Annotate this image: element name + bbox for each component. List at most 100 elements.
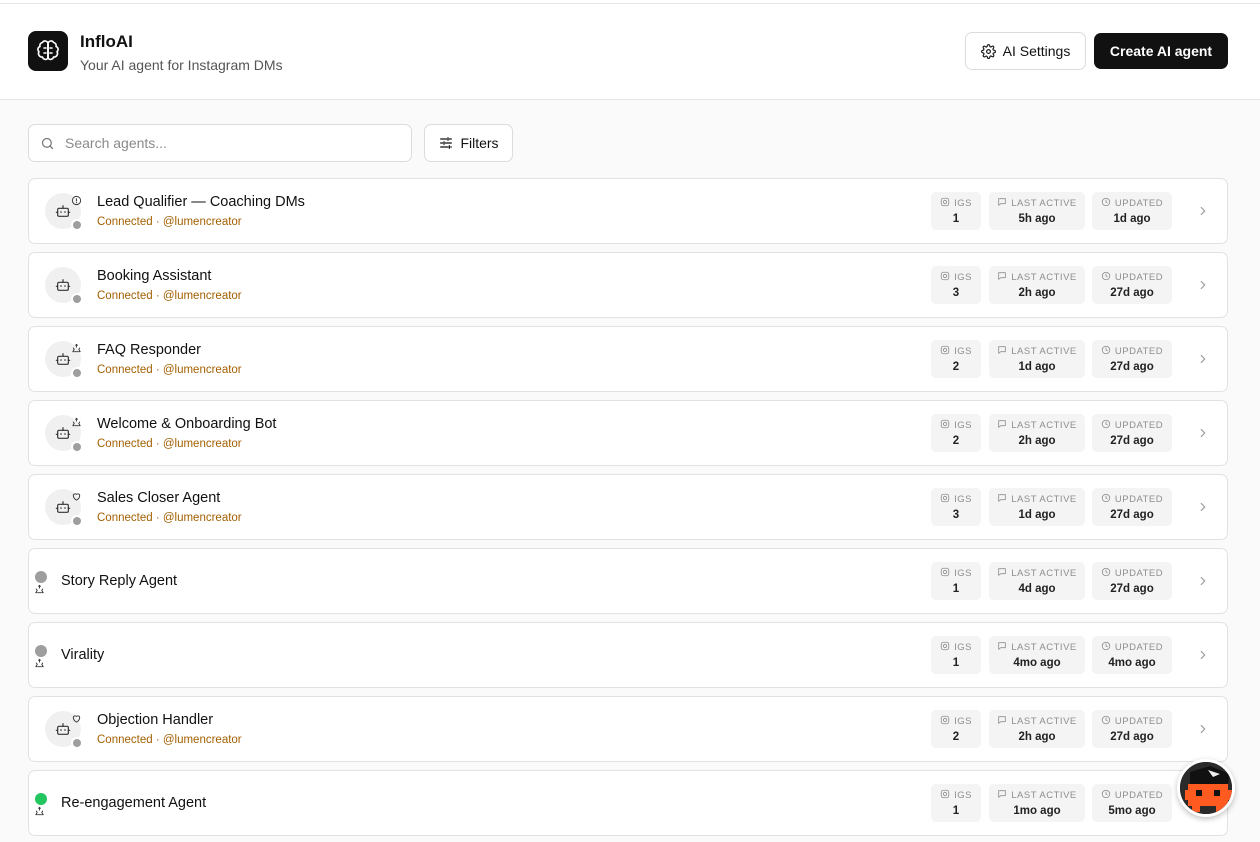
agent-row[interactable]: Re-engagement Agent IGS 1 LAST ACTIVE 1mo ag… [28, 770, 1228, 836]
agent-name: Booking Assistant [97, 268, 212, 284]
last-active-label: LAST ACTIVE [1011, 494, 1077, 505]
last-active-label: LAST ACTIVE [1011, 790, 1077, 801]
ai-settings-button[interactable]: AI Settings [965, 32, 1086, 70]
chevron-right-icon[interactable] [1196, 500, 1210, 519]
last-active-stat: LAST ACTIVE 2h ago [989, 710, 1085, 748]
agent-row[interactable]: Virality IGS 1 LAST ACTIVE 4mo ago UPDATED 4mo… [28, 622, 1228, 688]
updated-label: UPDATED [1114, 420, 1164, 431]
agent-row[interactable]: Sales Closer Agent Connected · @lumencrea… [28, 474, 1228, 540]
last-active-stat: LAST ACTIVE 2h ago [989, 266, 1085, 304]
agent-name: Objection Handler [97, 712, 214, 728]
ai-settings-label: AI Settings [1002, 43, 1071, 59]
updated-stat: UPDATED 5mo ago [1092, 784, 1172, 822]
agent-row[interactable]: FAQ Responder Connected · @lumencreator IG… [28, 326, 1228, 392]
updated-stat: UPDATED 4mo ago [1092, 636, 1172, 674]
igs-value: 1 [952, 657, 960, 669]
recycle-icon [34, 804, 45, 822]
connection-status: Connected · @lumencreator [97, 216, 242, 228]
chevron-right-icon[interactable] [1196, 426, 1210, 445]
chat-assistant-avatar[interactable] [1177, 759, 1235, 817]
igs-value: 1 [952, 213, 960, 225]
updated-stat: UPDATED 27d ago [1092, 414, 1172, 452]
search-box[interactable] [28, 124, 412, 162]
chevron-right-icon[interactable] [1196, 574, 1210, 593]
filters-label: Filters [460, 135, 499, 151]
recycle-icon [34, 582, 45, 600]
igs-value: 2 [952, 435, 960, 447]
agent-row[interactable]: Welcome & Onboarding Bot Connected · @lum… [28, 400, 1228, 466]
updated-value: 4mo ago [1108, 657, 1156, 669]
instagram-icon [940, 493, 950, 506]
updated-stat: UPDATED 1d ago [1092, 192, 1172, 230]
last-active-value: 2h ago [1018, 731, 1056, 743]
last-active-label: LAST ACTIVE [1011, 642, 1077, 653]
updated-label: UPDATED [1114, 346, 1164, 357]
agent-row[interactable]: Lead Qualifier — Coaching DMs Connected ·… [28, 178, 1228, 244]
updated-value: 27d ago [1110, 435, 1154, 447]
status-dot [71, 441, 83, 453]
connection-status: Connected · @lumencreator [97, 734, 242, 746]
chevron-right-icon[interactable] [1196, 648, 1210, 667]
updated-value: 27d ago [1110, 731, 1154, 743]
igs-value: 1 [952, 583, 960, 595]
message-icon [997, 419, 1007, 432]
igs-label: IGS [954, 198, 972, 209]
igs-stat: IGS 1 [931, 636, 981, 674]
agent-name: Sales Closer Agent [97, 490, 221, 506]
igs-stat: IGS 2 [931, 710, 981, 748]
updated-label: UPDATED [1114, 790, 1164, 801]
agent-name: Re-engagement Agent [61, 795, 207, 811]
chevron-right-icon[interactable] [1196, 722, 1210, 741]
app-header: InfloAI Your AI agent for Instagram DMs … [0, 4, 1260, 100]
recycle-icon [34, 656, 45, 674]
last-active-stat: LAST ACTIVE 5h ago [989, 192, 1085, 230]
updated-label: UPDATED [1114, 272, 1164, 283]
message-icon [997, 567, 1007, 580]
connection-status: Connected · @lumencreator [97, 512, 242, 524]
last-active-value: 1mo ago [1013, 805, 1061, 817]
igs-label: IGS [954, 272, 972, 283]
last-active-stat: LAST ACTIVE 2h ago [989, 414, 1085, 452]
clock-icon [1101, 641, 1111, 654]
alert-circle-icon [70, 194, 82, 206]
connection-status: Connected · @lumencreator [97, 438, 242, 450]
updated-stat: UPDATED 27d ago [1092, 340, 1172, 378]
agent-row[interactable]: Booking Assistant Connected · @lumencreat… [28, 252, 1228, 318]
sliders-icon [440, 137, 453, 149]
app-title: InfloAI [80, 32, 133, 51]
igs-value: 2 [952, 731, 960, 743]
igs-value: 1 [952, 805, 960, 817]
agent-row[interactable]: Objection Handler Connected · @lumencreat… [28, 696, 1228, 762]
instagram-icon [940, 789, 950, 802]
chevron-right-icon[interactable] [1196, 352, 1210, 371]
create-ai-agent-button[interactable]: Create AI agent [1094, 33, 1228, 69]
chevron-right-icon[interactable] [1196, 204, 1210, 223]
igs-stat: IGS 3 [931, 488, 981, 526]
message-icon [997, 197, 1007, 210]
last-active-label: LAST ACTIVE [1011, 420, 1077, 431]
last-active-value: 4mo ago [1013, 657, 1061, 669]
igs-value: 3 [952, 287, 960, 299]
instagram-icon [940, 197, 950, 210]
clock-icon [1101, 493, 1111, 506]
igs-label: IGS [954, 494, 972, 505]
clock-icon [1101, 715, 1111, 728]
agent-name: FAQ Responder [97, 342, 201, 358]
search-input[interactable] [65, 125, 405, 161]
recycle-icon [70, 342, 82, 354]
updated-stat: UPDATED 27d ago [1092, 266, 1172, 304]
agent-row[interactable]: Story Reply Agent IGS 1 LAST ACTIVE 4d ago UP… [28, 548, 1228, 614]
last-active-label: LAST ACTIVE [1011, 346, 1077, 357]
agent-name: Lead Qualifier — Coaching DMs [97, 194, 305, 210]
igs-label: IGS [954, 716, 972, 727]
last-active-value: 1d ago [1018, 361, 1056, 373]
filters-button[interactable]: Filters [424, 124, 513, 162]
updated-value: 1d ago [1113, 213, 1151, 225]
last-active-stat: LAST ACTIVE 1d ago [989, 340, 1085, 378]
updated-stat: UPDATED 27d ago [1092, 488, 1172, 526]
brain-icon [28, 31, 68, 71]
agent-list: Lead Qualifier — Coaching DMs Connected ·… [28, 178, 1228, 842]
igs-label: IGS [954, 568, 972, 579]
updated-label: UPDATED [1114, 198, 1164, 209]
chevron-right-icon[interactable] [1196, 278, 1210, 297]
